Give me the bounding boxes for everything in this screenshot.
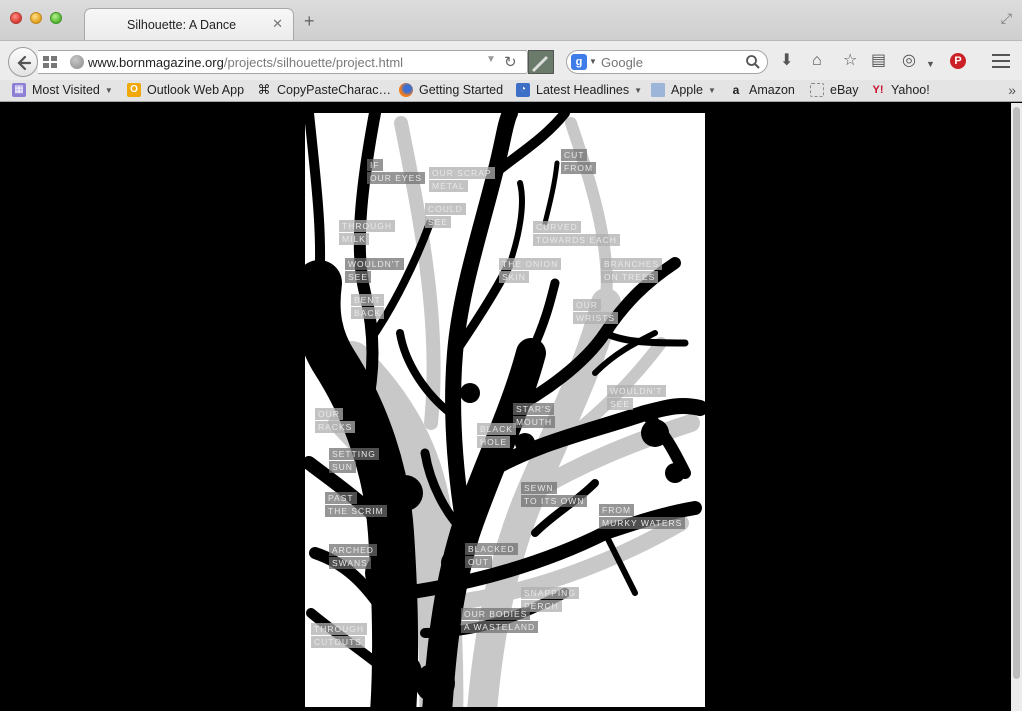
fullscreen-icon[interactable]: ⤢ <box>1001 10 1012 27</box>
url-bar[interactable]: www.bornmagazine.org/projects/silhouette… <box>38 50 528 74</box>
silhouette-artwork: If our eyes our scrap metal cut from could s… <box>305 113 705 707</box>
chevron-down-icon: ▼ <box>634 85 643 95</box>
poem-word-0: If our eyes <box>367 159 425 185</box>
bookmark-label: Apple <box>671 83 703 97</box>
poem-word-9: bent back <box>351 294 385 320</box>
poem-word-20: blacked out <box>465 543 518 569</box>
poem-word-10: our wrists <box>573 299 619 325</box>
poem-word-4: through milk <box>339 220 395 246</box>
bookmark-label: Amazon <box>749 83 795 97</box>
active-tab[interactable]: Silhouette: A Dance ✕ <box>84 8 294 40</box>
poem-word-3: could see <box>425 203 466 229</box>
back-arrow-icon <box>17 55 32 71</box>
clipboard-icon[interactable]: ▤ <box>871 53 886 69</box>
bookmark-label: Getting Started <box>419 83 504 97</box>
poem-word-17: past the scrim <box>325 492 387 518</box>
grid-icon[interactable] <box>42 55 58 69</box>
google-engine-icon[interactable]: g <box>571 54 587 70</box>
poem-word-2: cut from <box>561 149 597 175</box>
extension-arrow-icon <box>531 55 549 73</box>
bookmark-label: eBay <box>830 83 859 97</box>
poem-word-19: arched swans <box>329 544 377 570</box>
blank-page-icon <box>810 83 824 97</box>
extension-icon[interactable]: ◎ <box>902 53 916 69</box>
home-icon[interactable]: ⌂ <box>812 53 822 69</box>
vertical-scrollbar[interactable] <box>1011 103 1022 711</box>
poem-word-5: curved towards each <box>533 221 620 247</box>
bookmark-label: Most Visited <box>32 83 100 97</box>
bookmark-yahoo[interactable]: Y! Yahoo! <box>871 83 930 97</box>
search-input[interactable] <box>601 55 741 70</box>
bookmark-label: Outlook Web App <box>147 83 245 97</box>
bookmark-most-visited[interactable]: ▦ Most Visited ▼ <box>12 83 113 97</box>
extension-caret-icon[interactable]: ▼ <box>926 56 935 72</box>
bookmark-getting-started[interactable]: Getting Started <box>399 83 503 97</box>
poem-word-12: star's mouth <box>513 403 556 429</box>
poem-word-8: branches on trees <box>601 258 663 284</box>
bookmark-apple[interactable]: Apple ▼ <box>651 83 716 97</box>
poem-word-14: black hole <box>477 423 516 449</box>
close-window-button[interactable] <box>10 12 22 24</box>
bookmark-label: Latest Headlines <box>536 83 630 97</box>
download-icon[interactable]: ⬇ <box>780 53 793 69</box>
back-button[interactable] <box>8 47 38 77</box>
zoom-window-button[interactable] <box>50 12 62 24</box>
search-engine-caret-icon[interactable]: ▼ <box>589 57 597 66</box>
tab-close-icon[interactable]: ✕ <box>272 16 283 32</box>
minimize-window-button[interactable] <box>30 12 42 24</box>
folder-icon: ▦ <box>12 83 26 97</box>
command-key-icon: ⌘ <box>257 82 271 97</box>
poem-word-15: setting sun <box>329 448 379 474</box>
poem-word-18: from murky waters <box>599 504 686 530</box>
bookmarks-toolbar: ▦ Most Visited ▼ O Outlook Web App ⌘ Cop… <box>0 80 1022 102</box>
poem-word-6: wouldn't see <box>345 258 404 284</box>
pinterest-icon[interactable]: P <box>950 53 966 69</box>
reload-icon[interactable]: ↻ <box>504 53 517 71</box>
search-icon[interactable] <box>745 54 761 70</box>
page-action-button[interactable] <box>528 50 554 74</box>
poem-word-11: wouldn't see <box>607 385 666 411</box>
bookmark-ebay[interactable]: eBay <box>810 83 859 97</box>
navigation-toolbar: www.bornmagazine.org/projects/silhouette… <box>0 40 1022 80</box>
search-bar[interactable]: g ▼ <box>566 50 768 74</box>
tab-bar: Silhouette: A Dance ✕ + ⤢ <box>0 0 1022 40</box>
url-host: www.bornmagazine.org <box>88 55 224 70</box>
bookmark-label: Yahoo! <box>891 83 930 97</box>
scrollbar-thumb[interactable] <box>1013 107 1020 679</box>
poem-word-7: the onion skin <box>499 258 562 284</box>
poem-word-13: our racks <box>315 408 356 434</box>
url-history-dropdown-icon[interactable]: ▼ <box>486 54 496 65</box>
new-tab-button[interactable]: + <box>304 12 315 30</box>
globe-icon <box>70 55 84 69</box>
url-path: /projects/silhouette/project.html <box>223 55 404 70</box>
chevron-down-icon: ▼ <box>104 85 113 95</box>
bookmark-amazon[interactable]: a Amazon <box>729 83 795 97</box>
url-text[interactable]: www.bornmagazine.org/projects/silhouette… <box>88 55 403 70</box>
folder-icon <box>651 83 665 97</box>
poem-word-22: our bodies a wasteland <box>461 608 539 634</box>
amazon-icon: a <box>732 83 740 97</box>
tab-title: Silhouette: A Dance <box>127 18 237 32</box>
bookmark-latest-headlines[interactable]: ◔ Latest Headlines ▼ <box>516 83 642 97</box>
rss-icon: ◔ <box>516 83 530 97</box>
page-content: If our eyes our scrap metal cut from could s… <box>0 103 1022 711</box>
outlook-icon: O <box>127 83 141 97</box>
poem-word-1: our scrap metal <box>429 167 495 193</box>
poem-word-23: through cutouts <box>311 623 367 649</box>
star-icon[interactable]: ☆ <box>843 53 857 69</box>
bookmark-copypaste[interactable]: ⌘ CopyPasteCharac… <box>257 82 391 98</box>
bookmark-label: CopyPasteCharac… <box>277 83 391 97</box>
menu-icon[interactable] <box>992 54 1010 68</box>
more-bookmarks-chevron-icon[interactable]: » <box>1008 82 1016 98</box>
bookmark-outlook[interactable]: O Outlook Web App <box>127 83 244 97</box>
firefox-icon <box>399 83 413 97</box>
chevron-down-icon: ▼ <box>707 85 716 95</box>
poem-word-16: sewn to its own <box>521 482 588 508</box>
yahoo-icon: Y! <box>872 84 884 96</box>
